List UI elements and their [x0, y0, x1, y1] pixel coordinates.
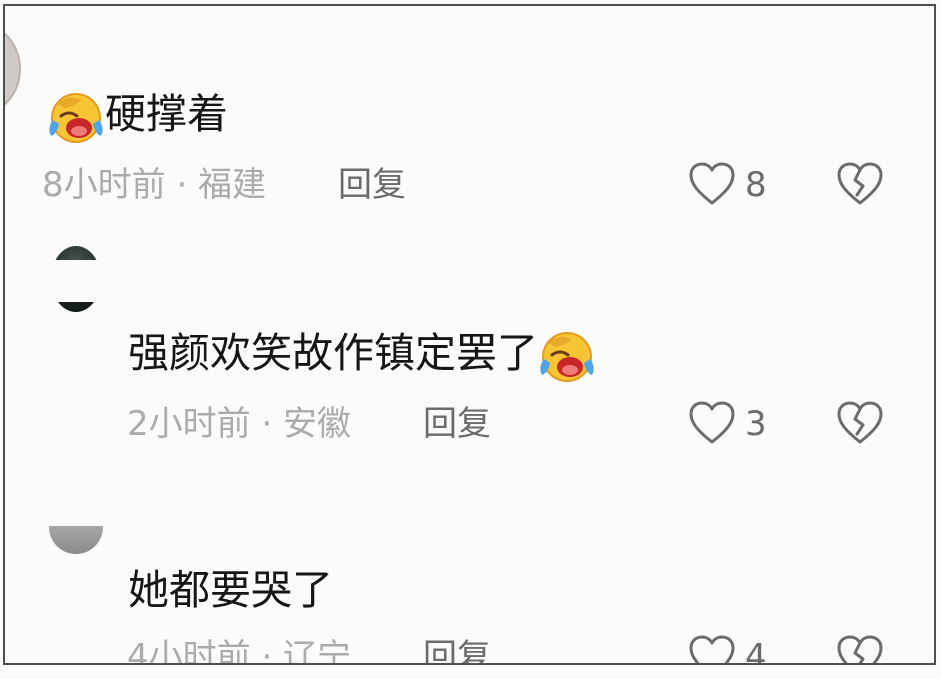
face-with-tears-of-joy-icon: [49, 93, 103, 143]
comment-3-like-count: 4: [745, 637, 767, 665]
heart-outline-icon[interactable]: [688, 161, 736, 207]
comment-2-text: 强颜欢笑故作镇定罢了: [128, 329, 538, 377]
broken-heart-icon[interactable]: [836, 634, 884, 665]
comment-3-text: 她都要哭了: [128, 566, 333, 614]
avatar[interactable]: [5, 24, 21, 114]
comment-3-time-location: 4小时前 · 辽宁: [127, 637, 352, 665]
comment-3-reply-button[interactable]: 回复: [423, 640, 491, 663]
comment-list: 硬撑着 8小时前 · 福建 回复 8 强颜欢笑故作镇定罢了 2小时前 · 安徽 …: [3, 4, 936, 665]
comment-1: 硬撑着: [47, 90, 228, 144]
avatar[interactable]: [49, 526, 103, 554]
face-with-tears-of-joy-icon: [540, 332, 594, 382]
comment-2-reply-button[interactable]: 回复: [423, 407, 491, 441]
broken-heart-icon[interactable]: [836, 400, 884, 446]
comment-1-time-location: 8小时前 · 福建: [42, 165, 267, 205]
comment-1-text: 硬撑着: [105, 90, 228, 138]
comment-2-time-location: 2小时前 · 安徽: [127, 404, 352, 444]
broken-heart-icon[interactable]: [836, 161, 884, 207]
heart-outline-icon[interactable]: [688, 400, 736, 446]
comment-2-like-count: 3: [745, 404, 767, 444]
comment-3: 她都要哭了: [128, 570, 333, 611]
heart-outline-icon[interactable]: [688, 634, 736, 665]
comment-1-like-count: 8: [745, 165, 767, 205]
comment-2: 强颜欢笑故作镇定罢了: [128, 329, 596, 383]
comment-1-reply-button[interactable]: 回复: [338, 168, 406, 202]
